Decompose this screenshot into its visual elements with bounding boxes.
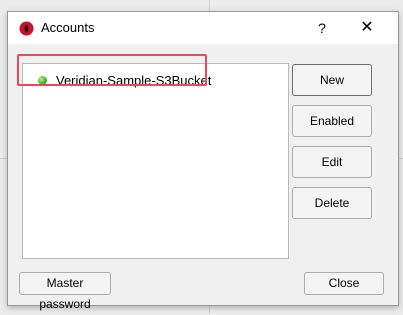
accounts-list[interactable]: Veridian-Sample-S3Bucket bbox=[22, 63, 289, 259]
accounts-dialog: Accounts ? ✕ Veridian-Sample-S3Bucket Ne… bbox=[7, 11, 399, 311]
window-title: Accounts bbox=[41, 20, 95, 35]
new-button[interactable]: New bbox=[292, 64, 372, 96]
title-bar[interactable]: Accounts ? ✕ bbox=[8, 12, 398, 44]
app-logo-icon bbox=[19, 21, 34, 36]
enabled-button[interactable]: Enabled bbox=[292, 105, 372, 137]
account-name: Veridian-Sample-S3Bucket bbox=[56, 72, 212, 88]
close-button[interactable]: Close bbox=[304, 272, 384, 295]
edit-button[interactable]: Edit bbox=[292, 146, 372, 178]
close-icon[interactable]: ✕ bbox=[356, 18, 378, 38]
delete-button[interactable]: Delete bbox=[292, 187, 372, 219]
list-item[interactable]: Veridian-Sample-S3Bucket bbox=[32, 70, 212, 90]
status-online-icon bbox=[38, 75, 47, 85]
help-button[interactable]: ? bbox=[311, 18, 333, 38]
master-password-button[interactable]: Master password bbox=[19, 272, 111, 311]
